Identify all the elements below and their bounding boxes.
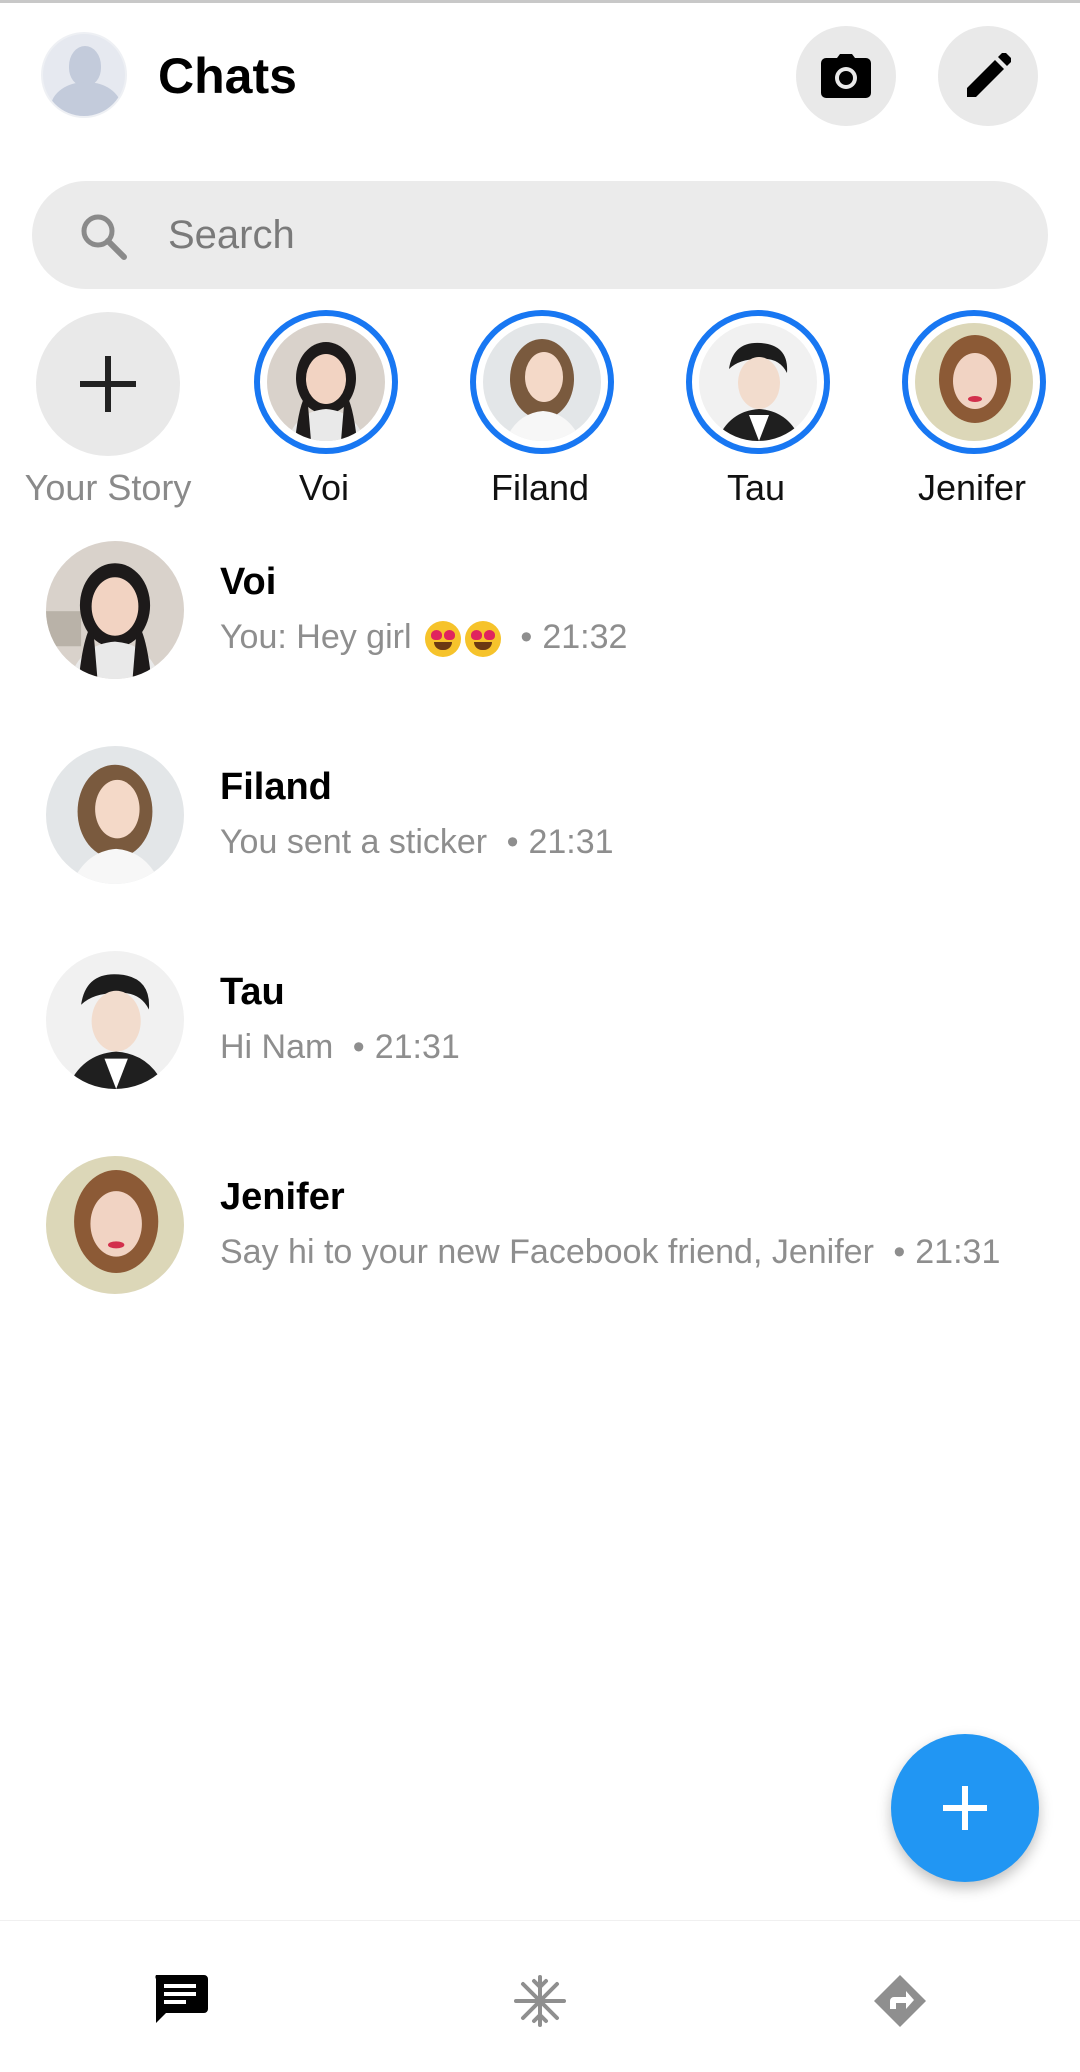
chat-preview: You: Hey girl • 21:32 — [220, 615, 627, 659]
story-ring — [902, 310, 1046, 454]
separator-dot: • — [506, 823, 519, 861]
avatar — [699, 323, 817, 441]
avatar — [483, 323, 601, 441]
avatar — [267, 323, 385, 441]
chat-row-tau[interactable]: Tau Hi Nam • 21:31 — [0, 951, 1080, 1111]
search-input[interactable]: Search — [168, 211, 295, 259]
chat-preview: Hi Nam • 21:31 — [220, 1025, 460, 1069]
chat-time: 21:32 — [542, 618, 628, 656]
story-label: Jenifer — [917, 467, 1027, 508]
chat-name: Tau — [220, 971, 285, 1013]
story-label: Your Story — [24, 467, 192, 508]
separator-dot: • — [352, 1028, 365, 1066]
story-ring — [686, 310, 830, 454]
avatar — [915, 323, 1033, 441]
pencil-icon — [967, 53, 1011, 97]
chat-bubble-icon — [155, 1975, 208, 2023]
chat-time: 21:31 — [915, 1233, 1001, 1271]
story-ring — [470, 310, 614, 454]
heart-eyes-emoji-icon — [424, 621, 461, 658]
chat-time: 21:31 — [528, 823, 614, 861]
nav-people-tab[interactable] — [510, 1971, 570, 2031]
plus-icon — [943, 1786, 987, 1830]
page-title: Chats — [158, 48, 297, 104]
story-label: Voi — [298, 467, 350, 508]
chat-name: Jenifer — [220, 1176, 345, 1218]
search-icon — [81, 214, 127, 260]
people-icon — [514, 1975, 566, 2027]
chat-preview-text: Hi Nam — [220, 1028, 334, 1066]
story-ring — [254, 310, 398, 454]
avatar — [46, 541, 184, 679]
search-bar[interactable]: Search — [32, 181, 1048, 289]
story-label: Filand — [490, 467, 590, 508]
nav-chats-tab[interactable] — [150, 1971, 210, 2031]
chat-name: Voi — [220, 561, 277, 603]
new-chat-fab-button[interactable] — [891, 1734, 1039, 1882]
camera-button[interactable] — [796, 26, 896, 126]
profile-avatar[interactable] — [41, 32, 127, 118]
avatar — [46, 951, 184, 1089]
chat-name: Filand — [220, 766, 332, 808]
chat-preview-text: Say hi to your new Facebook friend, Jeni… — [220, 1233, 874, 1271]
chat-row-jenifer[interactable]: Jenifer Say hi to your new Facebook frie… — [0, 1156, 1080, 1316]
chat-preview: Say hi to your new Facebook friend, Jeni… — [220, 1230, 1000, 1274]
camera-icon — [821, 54, 871, 98]
chat-time: 21:31 — [374, 1028, 460, 1066]
chat-preview-text: You sent a sticker — [220, 823, 488, 861]
chat-row-voi[interactable]: Voi You: Hey girl • 21:32 — [0, 541, 1080, 701]
header: Chats — [0, 0, 1080, 160]
stories-row: Your Story Voi Filand Tau Jenifer — [0, 310, 1080, 510]
avatar — [46, 746, 184, 884]
discover-icon — [874, 1975, 926, 2027]
nav-discover-tab[interactable] — [870, 1971, 930, 2031]
plus-icon — [80, 356, 136, 412]
chat-preview: You sent a sticker • 21:31 — [220, 820, 614, 864]
heart-eyes-emoji-icon — [464, 621, 501, 658]
story-label: Tau — [726, 467, 786, 508]
bottom-navigation — [0, 1920, 1080, 2072]
chat-preview-text: You: Hey girl — [220, 618, 412, 656]
separator-dot: • — [893, 1233, 906, 1271]
separator-dot: • — [520, 618, 533, 656]
avatar — [46, 1156, 184, 1294]
add-story-button[interactable] — [36, 312, 180, 456]
chat-row-filand[interactable]: Filand You sent a sticker • 21:31 — [0, 746, 1080, 906]
compose-button[interactable] — [938, 26, 1038, 126]
